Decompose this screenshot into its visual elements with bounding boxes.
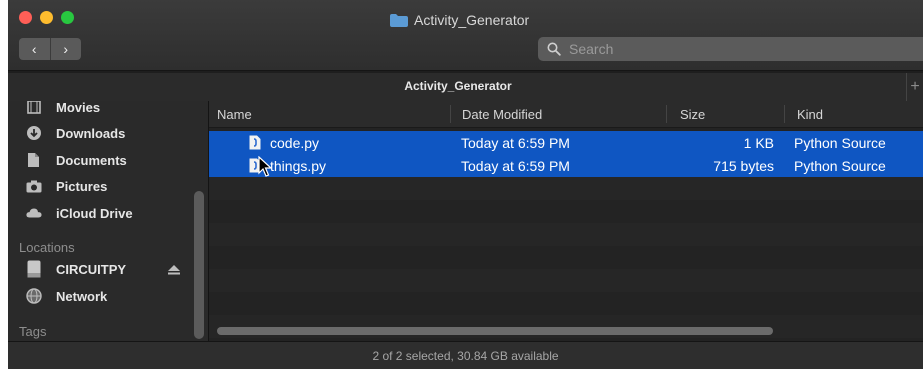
path-tab-bar: Activity_Generator + (8, 73, 923, 102)
column-header-size[interactable]: Size (680, 101, 705, 127)
cloud-icon (26, 205, 42, 221)
nav-buttons: ‹ › (19, 38, 81, 60)
sidebar-item-movies[interactable]: Movies (26, 101, 100, 117)
sidebar-item-documents[interactable]: Documents (26, 150, 127, 170)
date-modified-cell: Today at 6:59 PM (461, 157, 570, 174)
locations-heading: Locations (19, 240, 75, 255)
file-name-cell: code.py (249, 131, 319, 154)
sidebar-item-label: Downloads (56, 125, 126, 141)
sidebar-item-label: CIRCUITPY (56, 261, 127, 277)
folder-icon (390, 13, 408, 27)
sidebar-item-network[interactable]: Network (26, 286, 107, 306)
film-icon (26, 101, 42, 115)
kind-cell: Python Source (794, 134, 886, 151)
sidebar-scrollbar[interactable] (194, 191, 204, 339)
python-file-icon (249, 135, 261, 150)
column-divider[interactable] (450, 105, 451, 123)
empty-row (209, 269, 923, 292)
column-header-kind[interactable]: Kind (797, 101, 823, 127)
minimize-window-button[interactable] (40, 11, 53, 24)
window-title: Activity_Generator (390, 10, 529, 30)
size-cell: 1 KB (743, 134, 774, 151)
camera-icon (26, 178, 42, 194)
horizontal-scrollbar[interactable] (217, 327, 773, 335)
title-bar: Activity_Generator ‹ › (8, 0, 923, 71)
status-text: 2 of 2 selected, 30.84 GB available (372, 349, 559, 363)
drive-icon (26, 260, 42, 278)
sidebar-item-icloud-drive[interactable]: iCloud Drive (26, 203, 133, 223)
empty-row (209, 223, 923, 246)
chevron-right-icon: › (63, 41, 69, 57)
new-tab-button[interactable]: + (906, 73, 923, 101)
sidebar-item-label: Pictures (56, 178, 108, 194)
column-header-name[interactable]: Name (217, 101, 252, 127)
sidebar-item-pictures[interactable]: Pictures (26, 176, 107, 196)
back-button[interactable]: ‹ (19, 38, 50, 60)
sidebar: Movies Downloads Documents Pictures iClo… (8, 101, 209, 341)
size-cell: 715 bytes (713, 157, 774, 174)
zoom-window-button[interactable] (61, 11, 74, 24)
sidebar-item-downloads[interactable]: Downloads (26, 123, 125, 143)
column-divider[interactable] (784, 105, 785, 123)
tags-heading: Tags (19, 324, 47, 339)
plus-icon: + (910, 78, 920, 95)
mouse-cursor-icon (258, 156, 272, 177)
column-header-row: Name Date Modified Size Kind (209, 101, 923, 128)
sidebar-item-label: Network (56, 288, 108, 304)
chevron-left-icon: ‹ (31, 41, 37, 57)
documents-icon (26, 152, 42, 168)
forward-button[interactable]: › (49, 38, 82, 60)
tab-title: Activity_Generator (404, 79, 512, 93)
empty-row (209, 177, 923, 200)
network-icon (26, 288, 42, 304)
table-row[interactable]: things.py Today at 6:59 PM 715 bytes Pyt… (209, 154, 923, 177)
search-field[interactable] (538, 37, 923, 61)
sidebar-item-circuitpy[interactable]: CIRCUITPY (26, 259, 126, 279)
kind-cell: Python Source (794, 157, 886, 174)
window-title-text: Activity_Generator (414, 12, 530, 28)
download-icon (26, 125, 42, 141)
eject-icon[interactable] (168, 265, 180, 275)
file-name: things.py (270, 157, 327, 174)
search-icon (547, 42, 561, 56)
status-bar: 2 of 2 selected, 30.84 GB available (8, 341, 923, 369)
close-window-button[interactable] (19, 11, 32, 24)
sidebar-item-label: Movies (56, 101, 101, 115)
sidebar-item-label: Documents (56, 152, 127, 168)
sidebar-item-label: iCloud Drive (56, 205, 133, 221)
finder-window: Activity_Generator ‹ › Activity_Generato… (8, 0, 923, 369)
file-name: code.py (270, 134, 320, 151)
search-input[interactable] (567, 40, 901, 58)
column-divider[interactable] (666, 105, 667, 123)
column-header-date-modified[interactable]: Date Modified (462, 101, 542, 127)
date-modified-cell: Today at 6:59 PM (461, 134, 570, 151)
table-row[interactable]: code.py Today at 6:59 PM 1 KB Python Sou… (209, 131, 923, 154)
file-list: Name Date Modified Size Kind code.py Tod… (209, 101, 923, 341)
